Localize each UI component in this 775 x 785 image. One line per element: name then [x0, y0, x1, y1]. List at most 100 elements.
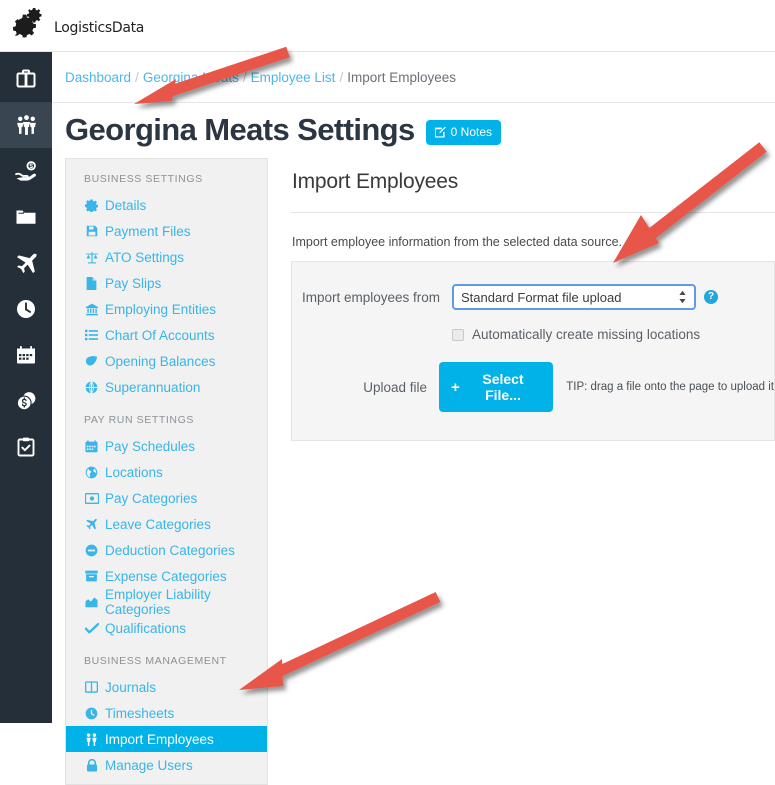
- sidebar-item-deduction-categories[interactable]: Deduction Categories: [66, 537, 267, 563]
- sidebar-item-employer-liability-categories[interactable]: Employer Liability Categories: [66, 587, 267, 617]
- sidebar-item-employing-entities[interactable]: Employing Entities: [66, 296, 267, 322]
- rail-item-documents[interactable]: [0, 194, 52, 240]
- page-header: Georgina Meats Settings 0 Notes: [65, 112, 502, 147]
- breadcrumb-separator: /: [242, 70, 247, 85]
- notes-badge[interactable]: 0 Notes: [425, 120, 502, 145]
- sidebar-item-ato-settings[interactable]: ATO Settings: [66, 244, 267, 270]
- check-icon: [84, 622, 99, 634]
- sidebar-item-label: Details: [105, 197, 147, 213]
- page-content: Dashboard / Georgina Meats / Employee List / I…: [52, 52, 775, 785]
- sidebar-item-locations[interactable]: Locations: [66, 459, 267, 485]
- sidebar-item-label: Pay Categories: [105, 490, 198, 506]
- sidebar-item-timesheets[interactable]: Timesheets: [66, 700, 267, 726]
- sidebar-item-label: Superannuation: [105, 379, 201, 395]
- upload-file-row: Upload file + Select File... TIP: drag a…: [292, 362, 774, 412]
- clock-icon: [84, 707, 99, 720]
- breadcrumb: Dashboard / Georgina Meats / Employee List / I…: [65, 70, 456, 85]
- top-brand-bar: LogisticsData: [0, 0, 775, 52]
- people-icon: [84, 732, 99, 746]
- columns-icon: [84, 681, 99, 693]
- auto-create-locations-checkbox[interactable]: [452, 328, 464, 341]
- nav-group-title-pay-run-settings: PAY RUN SETTINGS: [84, 414, 194, 426]
- floppy-save-icon: [84, 225, 99, 237]
- rail-item-briefcase[interactable]: [0, 56, 52, 102]
- select-file-button[interactable]: + Select File...: [439, 362, 554, 412]
- sidebar-item-pay-schedules[interactable]: Pay Schedules: [66, 433, 267, 459]
- breadcrumb-link-dashboard[interactable]: Dashboard: [65, 70, 131, 85]
- rail-item-payroll[interactable]: [0, 148, 52, 194]
- sidebar-item-label: Deduction Categories: [105, 542, 235, 558]
- globe-pin-icon: [84, 466, 99, 479]
- sidebar-item-label: ATO Settings: [105, 249, 185, 265]
- sidebar-item-pay-categories[interactable]: Pay Categories: [66, 485, 267, 511]
- clipboard-check-icon: [17, 437, 35, 457]
- note-edit-icon: [434, 126, 446, 138]
- sidebar-item-leave-categories[interactable]: Leave Categories: [66, 511, 267, 537]
- page-title: Georgina Meats Settings: [65, 112, 415, 147]
- sidebar-item-qualifications[interactable]: Qualifications: [66, 615, 267, 641]
- upload-file-label: Upload file: [363, 379, 427, 395]
- hand-holding-money-icon: [14, 160, 36, 181]
- sidebar-item-pay-slips[interactable]: Pay Slips: [66, 270, 267, 296]
- sidebar-item-label: Employer Liability Categories: [105, 587, 211, 617]
- file-icon: [84, 276, 99, 290]
- sidebar-item-label: Qualifications: [105, 620, 187, 636]
- bank-icon: [84, 303, 99, 316]
- auto-create-locations-label: Automatically create missing locations: [472, 327, 701, 342]
- sidebar-item-label: Leave Categories: [105, 516, 211, 532]
- sidebar-item-import-employees[interactable]: Import Employees: [66, 726, 267, 752]
- breadcrumb-link-employee-list[interactable]: Employee List: [251, 70, 336, 85]
- breadcrumb-divider: [52, 102, 775, 103]
- panel-heading: Import Employees: [292, 170, 459, 193]
- nav-group-title-business-settings: BUSINESS SETTINGS: [84, 173, 203, 185]
- rail-item-tasks[interactable]: [0, 424, 52, 470]
- sidebar-item-label: Journals: [105, 679, 157, 695]
- panel-description: Import employee information from the sel…: [292, 235, 623, 249]
- rail-item-timesheets[interactable]: [0, 286, 52, 332]
- sidebar-item-expense-categories[interactable]: Expense Categories: [66, 563, 267, 589]
- plane-icon: [16, 253, 37, 273]
- sidebar-item-opening-balances[interactable]: Opening Balances: [66, 348, 267, 374]
- sidebar-item-label: Locations: [105, 464, 163, 480]
- main-panel: Import Employees Import employee informa…: [291, 158, 775, 441]
- rail-item-billing[interactable]: [0, 378, 52, 424]
- settings-sidebar: BUSINESS SETTINGS Details Payment Files …: [65, 158, 268, 785]
- sidebar-item-label: Pay Slips: [105, 275, 162, 291]
- breadcrumb-link-business[interactable]: Georgina Meats: [143, 70, 239, 85]
- stepper-arrows-icon: [678, 290, 694, 304]
- plus-icon: +: [451, 378, 460, 396]
- import-source-label: Import employees from: [301, 289, 440, 305]
- folder-icon: [16, 210, 36, 224]
- sidebar-item-chart-of-accounts[interactable]: Chart Of Accounts: [66, 322, 267, 348]
- upload-tip-text: TIP: drag a file onto the page to upload…: [566, 381, 774, 393]
- gear-icon: [84, 198, 99, 212]
- sidebar-item-label: Expense Categories: [105, 568, 227, 584]
- import-source-select[interactable]: Standard Format file upload: [452, 284, 696, 310]
- brand-name: LogisticsData: [54, 20, 145, 36]
- clock-icon: [17, 300, 35, 318]
- help-icon[interactable]: ?: [704, 290, 718, 304]
- sidebar-item-superannuation[interactable]: Superannuation: [66, 374, 267, 400]
- calendar-icon: [84, 439, 99, 453]
- people-group-icon: [16, 114, 36, 135]
- import-source-row: Import employees from Standard Format fi…: [292, 284, 774, 310]
- brand-logo[interactable]: LogisticsData: [10, 7, 144, 43]
- list-icon: [84, 329, 99, 341]
- breadcrumb-separator: /: [135, 70, 139, 85]
- import-form: Import employees from Standard Format fi…: [291, 261, 775, 441]
- select-file-button-label: Select File...: [482, 371, 524, 403]
- sidebar-item-details[interactable]: Details: [66, 192, 267, 218]
- briefcase-icon: [16, 69, 36, 88]
- sidebar-item-label: Opening Balances: [105, 353, 216, 369]
- sidebar-item-journals[interactable]: Journals: [66, 674, 267, 700]
- notes-badge-label: 0 Notes: [450, 125, 493, 139]
- nav-group-title-business-management: BUSINESS MANAGEMENT: [84, 655, 227, 667]
- rail-item-employees[interactable]: [0, 102, 52, 148]
- rail-item-calendar[interactable]: [0, 332, 52, 378]
- globe-icon: [84, 380, 99, 394]
- sidebar-item-manage-users[interactable]: Manage Users: [66, 752, 267, 778]
- primary-icon-rail: [0, 52, 52, 723]
- rail-item-leave[interactable]: [0, 240, 52, 286]
- sidebar-item-payment-files[interactable]: Payment Files: [66, 218, 267, 244]
- sidebar-item-label: Employing Entities: [105, 301, 217, 317]
